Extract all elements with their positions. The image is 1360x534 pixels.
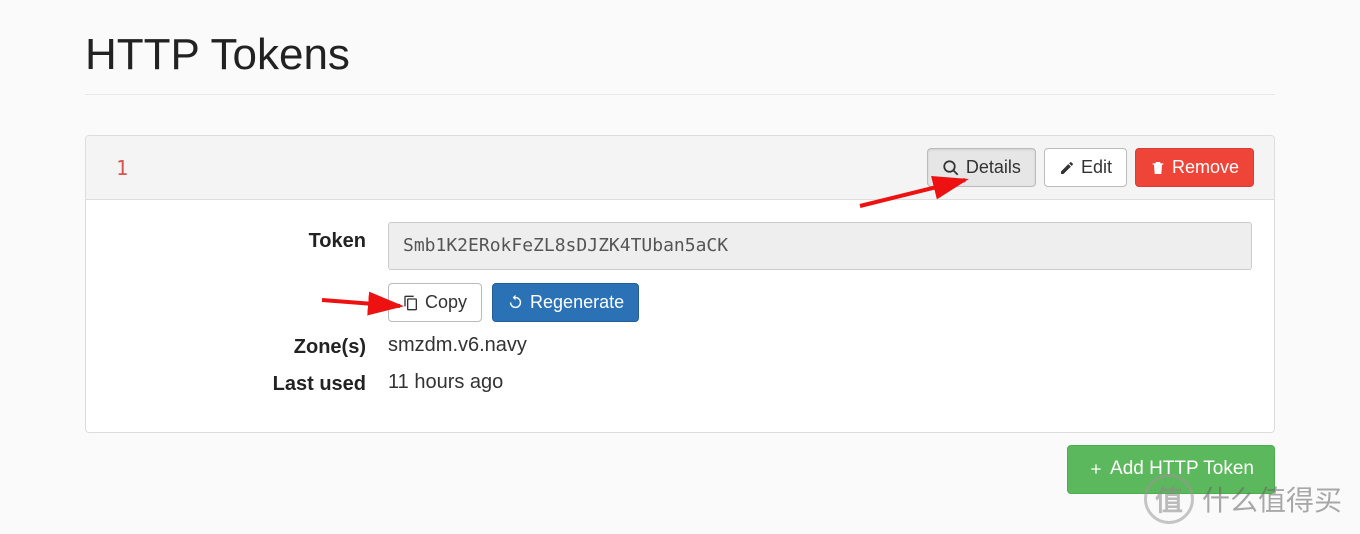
remove-label: Remove bbox=[1172, 155, 1239, 180]
zones-value: smzdm.v6.navy bbox=[388, 328, 1252, 357]
pencil-icon bbox=[1059, 160, 1075, 176]
details-label: Details bbox=[966, 155, 1021, 180]
copy-button[interactable]: Copy bbox=[388, 283, 482, 322]
trash-icon bbox=[1150, 160, 1166, 176]
regenerate-button[interactable]: Regenerate bbox=[492, 283, 639, 322]
copy-icon bbox=[403, 295, 419, 311]
edit-label: Edit bbox=[1081, 155, 1112, 180]
lastused-label: Last used bbox=[108, 365, 388, 396]
regenerate-label: Regenerate bbox=[530, 290, 624, 315]
details-button[interactable]: Details bbox=[927, 148, 1036, 187]
page-title: HTTP Tokens bbox=[85, 30, 1275, 80]
copy-label: Copy bbox=[425, 290, 467, 315]
token-panel: 1 Details Edit bbox=[85, 135, 1275, 433]
token-value-textarea[interactable] bbox=[388, 222, 1252, 270]
refresh-icon bbox=[507, 294, 524, 311]
watermark: 值 什么值得买 bbox=[1144, 474, 1342, 524]
divider bbox=[85, 94, 1275, 95]
zones-label: Zone(s) bbox=[108, 328, 388, 359]
search-icon bbox=[942, 159, 960, 177]
panel-header: 1 Details Edit bbox=[86, 136, 1274, 200]
token-label: Token bbox=[108, 222, 388, 253]
watermark-text: 什么值得买 bbox=[1202, 479, 1342, 519]
watermark-badge: 值 bbox=[1144, 474, 1194, 524]
panel-actions: Details Edit Remove bbox=[927, 148, 1254, 187]
plus-icon bbox=[1088, 461, 1104, 477]
panel-body: Token Copy bbox=[86, 200, 1274, 432]
panel-index: 1 bbox=[116, 156, 128, 180]
lastused-value: 11 hours ago bbox=[388, 365, 1252, 394]
edit-button[interactable]: Edit bbox=[1044, 148, 1127, 187]
remove-button[interactable]: Remove bbox=[1135, 148, 1254, 187]
